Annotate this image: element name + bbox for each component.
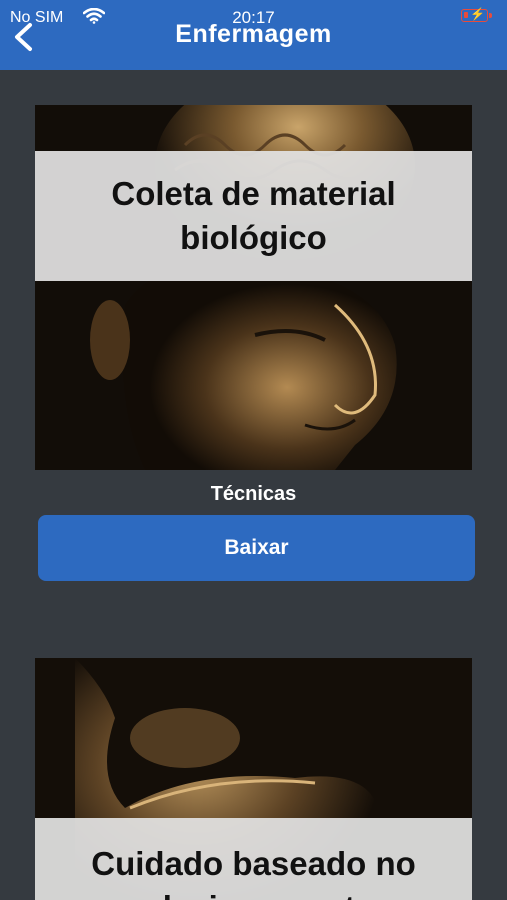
page-title: Enfermagem [175, 20, 332, 48]
content-card-image[interactable]: Cuidado baseado no relacionamento [35, 658, 472, 900]
download-button[interactable]: Baixar [38, 515, 475, 581]
card-title-banner: Cuidado baseado no relacionamento [35, 818, 472, 900]
content-card-image[interactable]: Coleta de material biológico [35, 105, 472, 470]
card-category: Técnicas [210, 483, 297, 505]
battery-tip [489, 13, 492, 18]
card-title-banner: Coleta de material biológico [35, 151, 472, 281]
navigation-bar: No SIM 20:17 ⚡ Enfermagem [0, 0, 507, 70]
